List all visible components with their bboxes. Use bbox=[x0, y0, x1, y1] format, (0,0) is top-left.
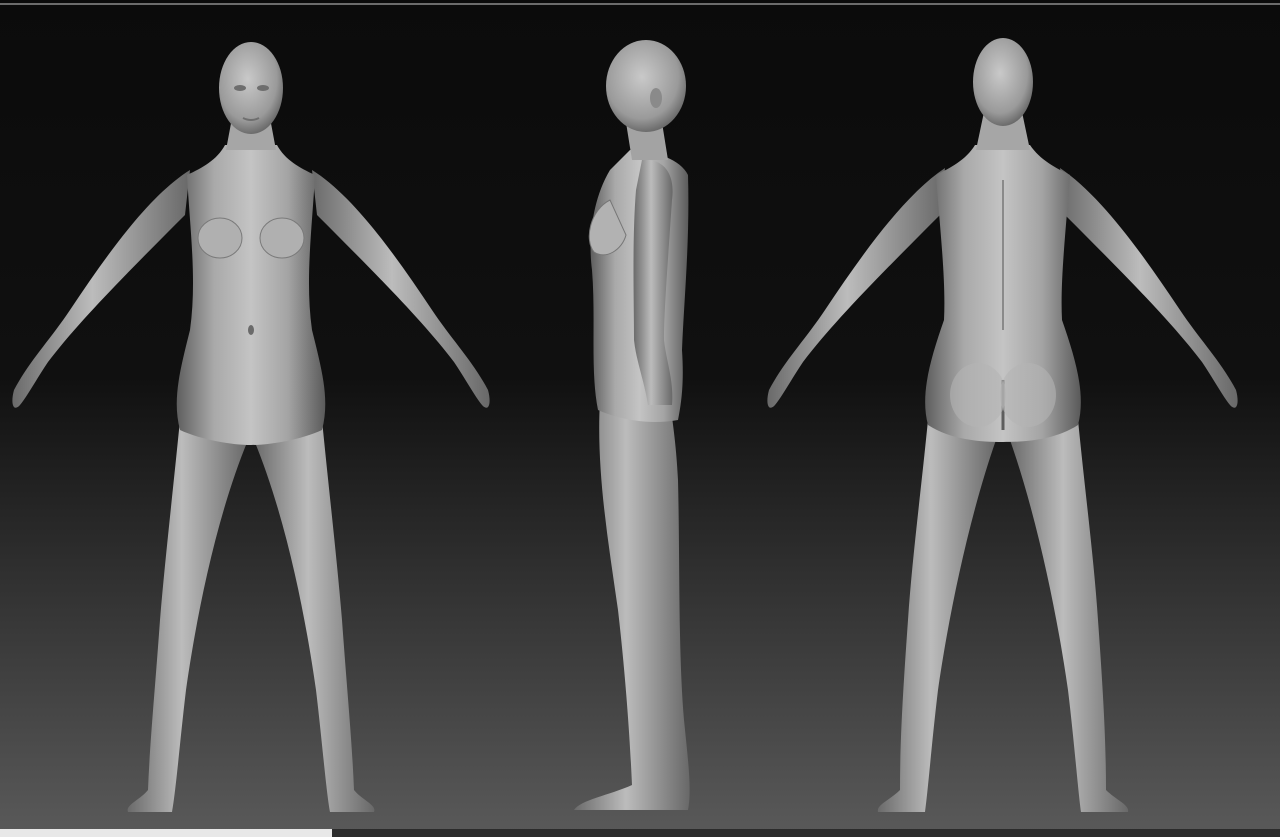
figure-side-view[interactable] bbox=[560, 0, 720, 829]
figure-front-view[interactable] bbox=[0, 0, 500, 829]
figure-front-icon bbox=[12, 42, 490, 812]
figure-back-view[interactable] bbox=[760, 0, 1250, 829]
bottom-progress-segment bbox=[0, 829, 332, 837]
sculpt-viewport[interactable] bbox=[0, 0, 1280, 837]
figure-side-icon bbox=[574, 40, 690, 810]
bottom-status-strip bbox=[0, 829, 1280, 837]
figure-back-icon bbox=[767, 38, 1238, 812]
